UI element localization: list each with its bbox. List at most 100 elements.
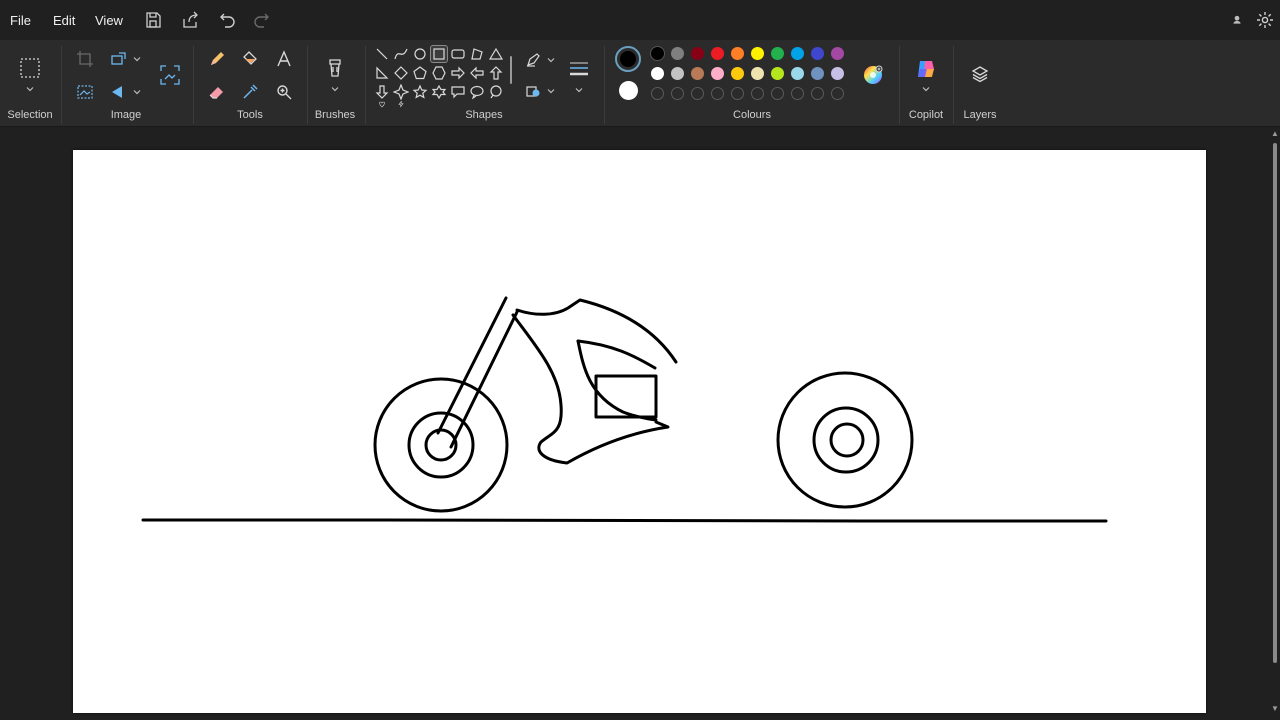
oval-shape-icon[interactable] bbox=[412, 46, 428, 62]
settings-gear-icon[interactable] bbox=[1255, 10, 1275, 30]
rotate-dropdown-chevron-icon[interactable] bbox=[132, 87, 142, 97]
color-picker-icon[interactable] bbox=[241, 83, 259, 101]
custom-colour-slot[interactable] bbox=[831, 87, 844, 100]
menu-view[interactable]: View bbox=[95, 13, 123, 28]
six-point-star-shape-icon[interactable] bbox=[431, 84, 447, 100]
callout-oval-shape-icon[interactable] bbox=[469, 84, 485, 100]
save-icon[interactable] bbox=[143, 10, 163, 30]
callout-cloud-shape-icon[interactable] bbox=[488, 84, 504, 100]
magnifier-icon[interactable] bbox=[275, 83, 293, 101]
selection-rectangle-icon[interactable] bbox=[19, 57, 41, 79]
colour-swatch[interactable] bbox=[671, 67, 684, 80]
callout-rectangle-shape-icon[interactable] bbox=[450, 84, 466, 100]
custom-colour-slot[interactable] bbox=[691, 87, 704, 100]
hexagon-shape-icon[interactable] bbox=[431, 65, 447, 81]
fill-dropdown-chevron-icon[interactable] bbox=[546, 86, 556, 96]
curve-shape-icon[interactable] bbox=[393, 46, 409, 62]
colour-swatch[interactable] bbox=[711, 47, 724, 60]
triangle-shape-icon[interactable] bbox=[488, 46, 504, 62]
share-icon[interactable] bbox=[180, 10, 200, 30]
custom-colour-slot[interactable] bbox=[751, 87, 764, 100]
colour-swatch[interactable] bbox=[731, 47, 744, 60]
colour-swatch[interactable] bbox=[651, 67, 664, 80]
shapes-gallery-scrollbar[interactable] bbox=[510, 56, 512, 84]
brushes-dropdown-chevron-icon[interactable] bbox=[330, 84, 340, 94]
colour-swatch[interactable] bbox=[811, 67, 824, 80]
custom-colour-slot[interactable] bbox=[651, 87, 664, 100]
colour-swatch[interactable] bbox=[671, 47, 684, 60]
copilot-dropdown-chevron-icon[interactable] bbox=[921, 84, 931, 94]
polygon-shape-icon[interactable] bbox=[469, 46, 485, 62]
primary-colour-selector[interactable] bbox=[615, 46, 641, 72]
custom-colour-slot[interactable] bbox=[671, 87, 684, 100]
eraser-icon[interactable] bbox=[208, 83, 226, 101]
colour-swatch[interactable] bbox=[831, 67, 844, 80]
copilot-icon[interactable] bbox=[915, 58, 937, 80]
custom-colour-slot[interactable] bbox=[711, 87, 724, 100]
colour-swatch[interactable] bbox=[751, 67, 764, 80]
colour-swatch[interactable] bbox=[691, 47, 704, 60]
layers-icon[interactable] bbox=[970, 64, 990, 84]
lightning-shape-icon[interactable] bbox=[393, 100, 409, 108]
drawing-canvas[interactable] bbox=[73, 150, 1206, 713]
vertical-scrollbar-thumb[interactable] bbox=[1273, 143, 1277, 663]
line-shape-icon[interactable] bbox=[374, 46, 390, 62]
scroll-down-icon[interactable]: ▼ bbox=[1271, 705, 1279, 713]
down-arrow-shape-icon[interactable] bbox=[374, 84, 390, 100]
custom-colour-slot[interactable] bbox=[771, 87, 784, 100]
heart-shape-icon[interactable] bbox=[374, 100, 390, 108]
shape-fill-icon[interactable] bbox=[525, 83, 541, 99]
stroke-size-icon[interactable] bbox=[568, 60, 590, 78]
resize-icon[interactable] bbox=[110, 50, 128, 68]
colour-swatch[interactable] bbox=[651, 47, 664, 60]
vertical-scrollbar[interactable]: ▲ ▼ bbox=[1270, 127, 1280, 720]
selection-dropdown-chevron-icon[interactable] bbox=[25, 84, 35, 94]
secondary-colour-selector[interactable] bbox=[619, 81, 638, 100]
crop-icon[interactable] bbox=[76, 50, 94, 68]
colour-swatch[interactable] bbox=[711, 67, 724, 80]
outline-dropdown-chevron-icon[interactable] bbox=[546, 55, 556, 65]
rear-wheel-rim bbox=[812, 406, 880, 474]
pentagon-shape-icon[interactable] bbox=[412, 65, 428, 81]
colour-swatch[interactable] bbox=[791, 47, 804, 60]
custom-colour-slot[interactable] bbox=[811, 87, 824, 100]
menu-file[interactable]: File bbox=[10, 13, 31, 28]
pencil-icon[interactable] bbox=[208, 50, 226, 68]
colour-swatch[interactable] bbox=[831, 47, 844, 60]
fill-bucket-icon[interactable] bbox=[241, 50, 259, 68]
flip-rotate-icon[interactable] bbox=[110, 83, 128, 101]
colour-swatch[interactable] bbox=[771, 67, 784, 80]
colour-swatch[interactable] bbox=[691, 67, 704, 80]
colour-swatch[interactable] bbox=[771, 47, 784, 60]
edit-colours-wheel-icon[interactable] bbox=[862, 64, 884, 86]
menu-edit[interactable]: Edit bbox=[53, 13, 75, 28]
redo-icon[interactable] bbox=[251, 10, 271, 30]
custom-colour-slot[interactable] bbox=[791, 87, 804, 100]
rounded-rectangle-shape-icon[interactable] bbox=[450, 46, 466, 62]
five-point-star-shape-icon[interactable] bbox=[412, 84, 428, 100]
account-icon[interactable] bbox=[1228, 10, 1246, 30]
scroll-up-icon[interactable]: ▲ bbox=[1271, 130, 1279, 138]
brush-icon[interactable] bbox=[325, 57, 345, 81]
up-arrow-shape-icon[interactable] bbox=[488, 65, 504, 81]
group-label-colours: Colours bbox=[733, 109, 771, 121]
four-point-star-shape-icon[interactable] bbox=[393, 84, 409, 100]
custom-colour-slot[interactable] bbox=[731, 87, 744, 100]
colour-swatch[interactable] bbox=[751, 47, 764, 60]
rectangle-shape-icon[interactable] bbox=[430, 45, 448, 63]
right-triangle-shape-icon[interactable] bbox=[374, 65, 390, 81]
colour-swatch[interactable] bbox=[731, 67, 744, 80]
right-arrow-shape-icon[interactable] bbox=[450, 65, 466, 81]
remove-background-icon[interactable] bbox=[76, 83, 94, 101]
image-creator-icon[interactable] bbox=[159, 64, 181, 86]
text-tool-icon[interactable] bbox=[275, 50, 293, 68]
left-arrow-shape-icon[interactable] bbox=[469, 65, 485, 81]
colour-swatch[interactable] bbox=[791, 67, 804, 80]
resize-dropdown-chevron-icon[interactable] bbox=[132, 54, 142, 64]
undo-icon[interactable] bbox=[218, 10, 238, 30]
diamond-shape-icon[interactable] bbox=[393, 65, 409, 81]
group-label-image: Image bbox=[110, 109, 142, 121]
shape-outline-icon[interactable] bbox=[525, 52, 541, 68]
colour-swatch[interactable] bbox=[811, 47, 824, 60]
stroke-size-dropdown-chevron-icon[interactable] bbox=[574, 85, 584, 95]
